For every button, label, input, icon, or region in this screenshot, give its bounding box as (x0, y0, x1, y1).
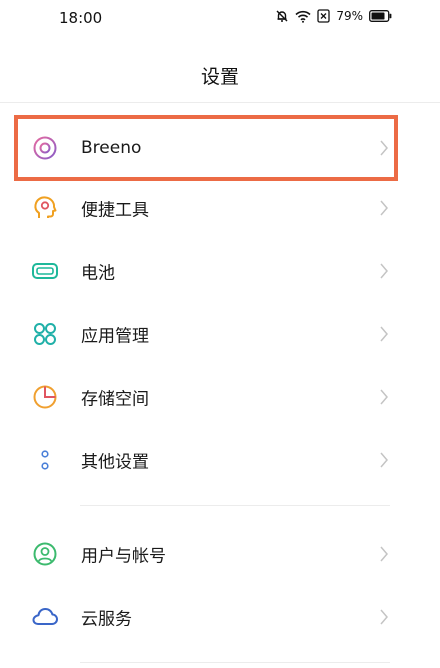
header-divider (0, 102, 440, 103)
settings-item-label: 应用管理 (81, 326, 149, 346)
chevron-right-icon (378, 199, 390, 217)
status-time: 18:00 (59, 9, 103, 27)
highlight-box (14, 115, 398, 181)
settings-item-cloud-service[interactable]: 云服务 (0, 585, 440, 648)
settings-item-label: 电池 (81, 263, 115, 283)
wifi-icon (295, 10, 311, 23)
settings-item-storage[interactable]: 存储空间 (0, 365, 440, 428)
battery-icon (30, 256, 60, 286)
settings-item-label: 其他设置 (81, 452, 149, 472)
settings-item-label: 用户与帐号 (81, 546, 166, 566)
battery-percent: 79% (336, 9, 363, 23)
status-icons: 79% (275, 9, 392, 23)
pie-chart-icon (30, 382, 60, 412)
settings-item-convenience-tools[interactable]: 便捷工具 (0, 176, 440, 239)
bell-muted-icon (275, 9, 289, 23)
chevron-right-icon (378, 388, 390, 406)
chevron-right-icon (378, 262, 390, 280)
battery-status-icon (369, 10, 392, 22)
settings-item-app-management[interactable]: 应用管理 (0, 302, 440, 365)
cloud-icon (30, 602, 60, 632)
settings-item-other-settings[interactable]: 其他设置 (0, 428, 440, 491)
group-divider (80, 505, 390, 506)
user-account-icon (30, 539, 60, 569)
settings-item-label: 存储空间 (81, 389, 149, 409)
status-bar: 18:00 79% (0, 0, 440, 38)
settings-item-label: 云服务 (81, 609, 132, 629)
assistant-head-icon (30, 193, 60, 223)
chevron-right-icon (378, 325, 390, 343)
no-sim-icon (317, 9, 330, 23)
chevron-right-icon (378, 451, 390, 469)
settings-item-label: 便捷工具 (81, 200, 149, 220)
chevron-right-icon (378, 608, 390, 626)
page-title: 设置 (200, 66, 239, 88)
settings-item-user-account[interactable]: 用户与帐号 (0, 522, 440, 585)
dots-icon (30, 445, 60, 475)
app-grid-icon (30, 319, 60, 349)
settings-item-battery[interactable]: 电池 (0, 239, 440, 302)
chevron-right-icon (378, 545, 390, 563)
group-divider (80, 662, 390, 663)
